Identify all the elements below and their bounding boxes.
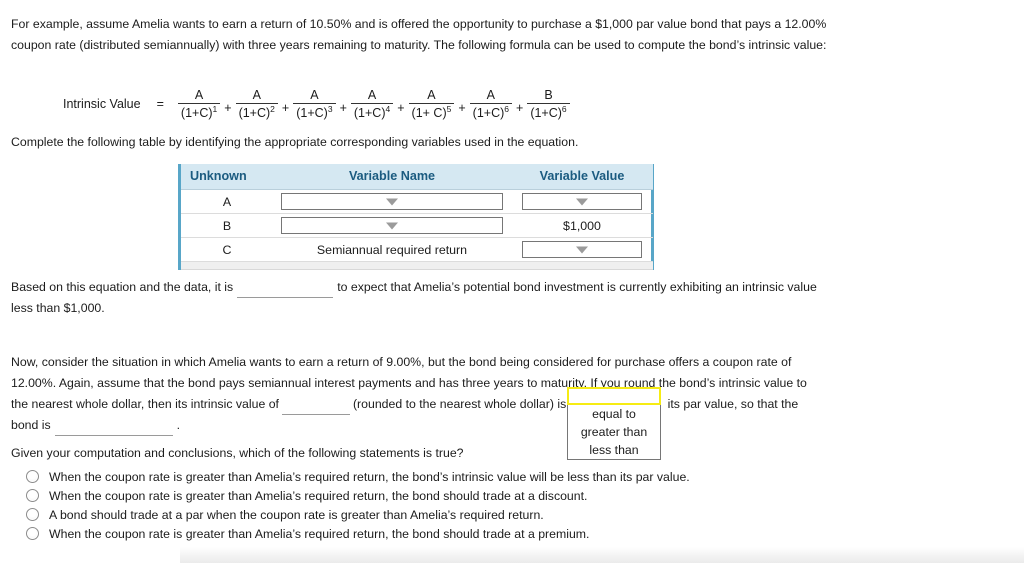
formula-plus-4: + <box>397 101 405 116</box>
choice-label-4: When the coupon rate is greater than Ame… <box>49 526 590 541</box>
choice-label-2: When the coupon rate is greater than Ame… <box>49 488 588 503</box>
formula-plus-1: + <box>224 101 232 116</box>
term-5-numerator: A <box>427 88 436 102</box>
table-row: B $1,000 <box>181 213 653 238</box>
chevron-down-icon <box>386 222 398 229</box>
row-b-variable-value: $1,000 <box>511 213 653 238</box>
complete-table-instruction: Complete the following table by identify… <box>11 135 579 149</box>
bottom-shade <box>180 547 1024 563</box>
row-a-variable-value-select[interactable] <box>522 193 642 210</box>
based-text-part1: Based on this equation and the data, it … <box>11 280 234 294</box>
intrinsic-value-blank-input[interactable] <box>281 401 350 415</box>
term-6-denominator: (1+C)6 <box>469 103 512 121</box>
formula-label: Intrinsic Value <box>63 97 141 112</box>
radio-button-2[interactable] <box>26 489 39 503</box>
formula-term-7: B (1+C)6 <box>527 88 570 121</box>
term-4-numerator: A <box>367 88 377 102</box>
chevron-down-icon <box>386 198 398 205</box>
term-1-denominator: (1+C)1 <box>177 103 221 121</box>
formula-term-1: A (1+C)1 <box>177 88 221 121</box>
based-blank-input[interactable] <box>237 284 334 298</box>
worksheet-page: For example, assume Amelia wants to earn… <box>0 0 1024 563</box>
header-unknown: Unknown <box>181 164 273 190</box>
formula-plus-6: + <box>516 101 524 116</box>
row-c-variable-name: Semiannual required return <box>273 237 511 262</box>
now-consider-paragraph: Now, consider the situation in which Ame… <box>11 352 823 436</box>
formula-term-2: A (1+C)2 <box>235 88 278 121</box>
term-3-denominator: (1+C)3 <box>293 103 336 121</box>
radio-button-1[interactable] <box>26 470 39 484</box>
header-variable-name: Variable Name <box>273 164 511 190</box>
variables-table: Unknown Variable Name Variable Value A B… <box>178 164 654 270</box>
based-on-equation-paragraph: Based on this equation and the data, it … <box>11 277 841 319</box>
chevron-down-icon <box>576 246 588 253</box>
row-c-variable-value-cell <box>511 237 653 262</box>
choice-row-2[interactable]: When the coupon rate is greater than Ame… <box>26 487 690 505</box>
choice-row-1[interactable]: When the coupon rate is greater than Ame… <box>26 468 690 486</box>
choice-label-3: A bond should trade at a par when the co… <box>49 507 544 522</box>
formula-plus-3: + <box>339 101 347 116</box>
row-b-variable-name-select[interactable] <box>281 217 503 234</box>
row-b-variable-name-cell <box>273 213 511 238</box>
header-variable-value: Variable Value <box>511 164 653 190</box>
formula-term-3: A (1+C)3 <box>293 88 336 121</box>
term-2-denominator: (1+C)2 <box>235 103 278 121</box>
row-a-unknown: A <box>181 189 273 214</box>
term-7-numerator: B <box>544 88 553 102</box>
choice-row-4[interactable]: When the coupon rate is greater than Ame… <box>26 525 690 543</box>
table-footer-strip <box>181 261 653 270</box>
dropdown-option-greater-than[interactable]: greater than <box>568 423 660 441</box>
question-prompt: Given your computation and conclusions, … <box>11 446 464 460</box>
formula-plus-2: + <box>281 101 290 116</box>
formula-equals-sign: = <box>156 97 164 112</box>
intro-paragraph: For example, assume Amelia wants to earn… <box>11 17 827 52</box>
term-6-numerator: A <box>486 88 495 102</box>
table-row: A <box>181 189 653 214</box>
term-7-denominator: (1+C)6 <box>527 103 570 121</box>
chevron-down-icon <box>576 198 588 205</box>
radio-button-4[interactable] <box>26 527 39 541</box>
row-b-unknown: B <box>181 213 273 238</box>
formula-term-5: A (1+ C)5 <box>408 88 455 121</box>
term-5-denominator: (1+ C)5 <box>408 103 455 121</box>
formula-term-6: A (1+C)6 <box>469 88 512 121</box>
row-a-variable-value-cell <box>511 189 653 214</box>
answer-choices: When the coupon rate is greater than Ame… <box>26 468 690 544</box>
table-row: C Semiannual required return <box>181 237 653 262</box>
row-c-unknown: C <box>181 237 273 262</box>
term-2-numerator: A <box>252 88 261 102</box>
intrinsic-value-formula: Intrinsic Value = A (1+C)1 + A (1+C)2 + … <box>63 88 570 121</box>
now-text-part4: . <box>176 418 181 432</box>
choice-row-3[interactable]: A bond should trade at a par when the co… <box>26 506 690 524</box>
formula-plus-5: + <box>458 101 466 116</box>
row-c-variable-value-select[interactable] <box>522 241 642 258</box>
choice-label-1: When the coupon rate is greater than Ame… <box>49 469 690 484</box>
comparison-dropdown-closed-box[interactable] <box>567 387 661 405</box>
now-text-part2: (rounded to the nearest whole dollar) is <box>352 397 567 411</box>
formula-term-4: A (1+C)4 <box>350 88 394 121</box>
row-a-variable-name-select[interactable] <box>281 193 503 210</box>
term-1-numerator: A <box>194 88 204 102</box>
term-3-numerator: A <box>310 88 319 102</box>
term-4-denominator: (1+C)4 <box>350 103 394 121</box>
table-header-row: Unknown Variable Name Variable Value <box>181 164 653 190</box>
radio-button-3[interactable] <box>26 508 39 522</box>
row-a-variable-name-cell <box>273 189 511 214</box>
bond-is-blank-input[interactable] <box>54 422 173 436</box>
dropdown-option-equal-to[interactable]: equal to <box>568 405 660 423</box>
